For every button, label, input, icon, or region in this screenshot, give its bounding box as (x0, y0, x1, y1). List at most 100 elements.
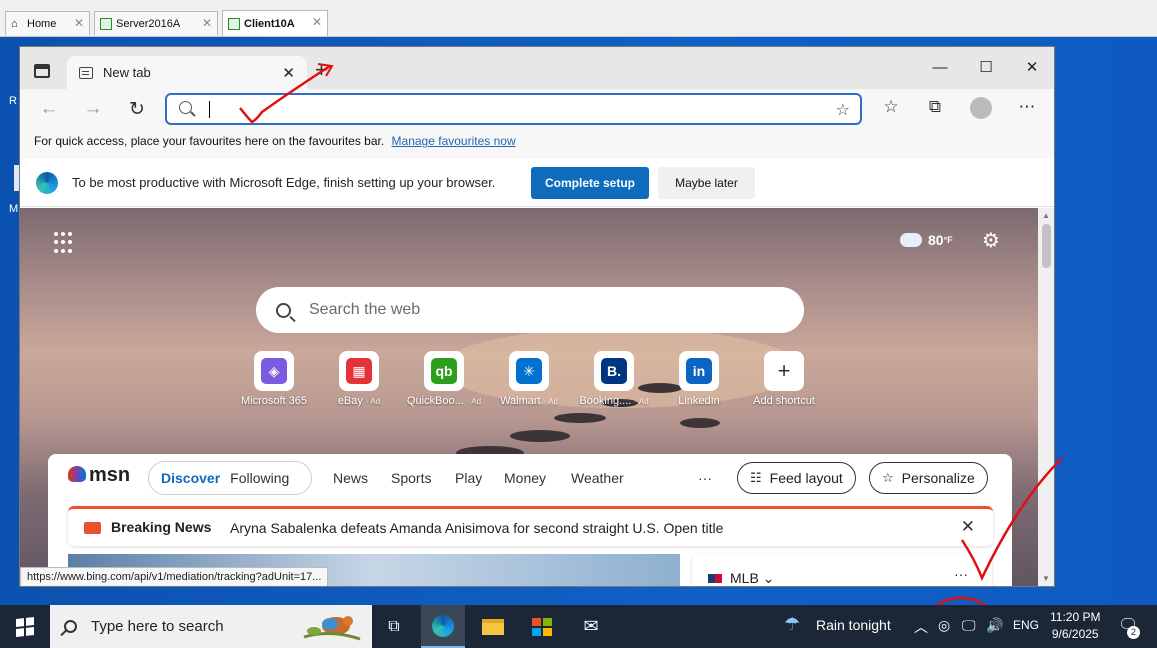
show-hidden-icons-chevron-icon[interactable]: ︿ (914, 617, 928, 637)
taskbar-search[interactable]: Type here to search (50, 605, 372, 648)
minimize-button[interactable]: — (917, 53, 963, 81)
mlb-card-title[interactable]: MLB ⌄ (708, 570, 774, 586)
tab-new-tab[interactable]: New tab ✕ (67, 56, 307, 89)
scroll-thumb[interactable] (1042, 224, 1051, 268)
msn-nav-play[interactable]: Play (455, 470, 482, 486)
maybe-later-button[interactable]: Maybe later (658, 167, 755, 199)
edge-window: New tab ✕ + — ☐ ✕ ← → ↻ ☆ ☆ ⧉ ⋯ For quic… (19, 46, 1055, 587)
quick-link-icon: ✳ (509, 351, 549, 391)
input-language[interactable]: ENG (1013, 618, 1039, 632)
desktop-icon-label[interactable]: M (9, 203, 18, 215)
mlb-card[interactable]: MLB ⌄ ··· (692, 554, 992, 586)
quick-link-label-text: Add shortcut (753, 395, 815, 407)
taskbar-mail[interactable]: ✉ (569, 605, 613, 648)
vm-tab-server2016a[interactable]: Server2016A ✕ (94, 11, 218, 35)
vm-tab-label: Home (27, 17, 57, 30)
quick-link-glyph: ▦ (346, 358, 372, 384)
ad-badge: · Ad (543, 397, 558, 406)
desktop-icon-label[interactable]: R (9, 95, 17, 107)
news-icon (84, 522, 101, 534)
weather-temp: 80 (928, 232, 944, 248)
quick-link-tile[interactable]: ✳ Walmart · Ad (486, 351, 572, 407)
start-button[interactable] (0, 605, 50, 648)
quick-link-icon: + (764, 351, 804, 391)
scroll-down-icon[interactable]: ▼ (1042, 574, 1050, 583)
add-favorite-icon[interactable]: ☆ (836, 100, 850, 120)
msn-nav-money[interactable]: Money (504, 470, 546, 486)
close-icon[interactable]: ✕ (74, 16, 84, 30)
close-icon[interactable]: ✕ (202, 16, 212, 30)
complete-setup-button[interactable]: Complete setup (531, 167, 649, 199)
page-settings-gear-icon[interactable]: ⚙ (982, 228, 1000, 253)
settings-more-icon[interactable]: ⋯ (1014, 97, 1040, 117)
quick-link-tile[interactable]: ◈ Microsoft 365 (231, 351, 317, 407)
address-bar[interactable]: ☆ (165, 93, 862, 125)
vm-tab-client10a[interactable]: Client10A ✕ (222, 10, 328, 36)
close-icon[interactable]: ✕ (961, 517, 975, 537)
apps-launcher-icon[interactable] (54, 232, 76, 254)
feed-layout-label: Feed layout (769, 470, 843, 486)
task-view-icon: ⧉ (388, 617, 400, 635)
close-icon[interactable]: ✕ (312, 15, 322, 29)
forward-button[interactable]: → (78, 95, 108, 123)
quick-link-label-text: Booking.... (579, 395, 632, 407)
msn-nav-weather[interactable]: Weather (571, 470, 624, 486)
collections-icon[interactable]: ⧉ (922, 97, 948, 117)
quick-link-tile[interactable]: in LinkedIn (656, 351, 742, 407)
quick-link-tile[interactable]: + Add shortcut (741, 351, 827, 407)
workspaces-icon[interactable] (34, 64, 50, 78)
quick-link-tile[interactable]: qb QuickBoo... · Ad (401, 351, 487, 407)
weather-widget[interactable]: 80 °F (900, 227, 953, 248)
maximize-button[interactable]: ☐ (963, 53, 1009, 81)
web-search-box[interactable]: Search the web (256, 287, 804, 333)
favorites-bar: For quick access, place your favourites … (20, 129, 1054, 159)
close-window-button[interactable]: ✕ (1009, 53, 1054, 81)
quick-link-icon: in (679, 351, 719, 391)
vm-tab-home[interactable]: ⌂ Home ✕ (5, 11, 90, 35)
setup-banner-text: To be most productive with Microsoft Edg… (72, 175, 496, 190)
msn-nav-news[interactable]: News (333, 470, 368, 486)
vm-icon (100, 17, 112, 30)
feed-layout-button[interactable]: ☷ Feed layout (737, 462, 856, 494)
search-highlight-bird-icon (303, 616, 361, 641)
quick-link-label: Walmart · Ad (486, 395, 572, 407)
manage-favourites-link[interactable]: Manage favourites now (392, 134, 516, 148)
taskbar-weather[interactable]: Rain tonight (816, 617, 891, 633)
clock[interactable]: 11:20 PM 9/6/2025 (1050, 609, 1100, 643)
taskbar-edge[interactable] (421, 605, 465, 648)
tab-following[interactable]: Following (230, 470, 289, 486)
quick-link-tile[interactable]: ▦ eBay · Ad (316, 351, 402, 407)
clock-time: 11:20 PM (1050, 610, 1101, 624)
volume-icon[interactable]: 🔊 (986, 617, 1003, 634)
msn-nav-more[interactable]: ··· (698, 470, 712, 486)
quick-link-tile[interactable]: B. Booking.... · Ad (571, 351, 657, 407)
close-tab-icon[interactable]: ✕ (282, 64, 295, 82)
personalize-button[interactable]: ☆ Personalize (869, 462, 988, 494)
back-button[interactable]: ← (34, 95, 64, 123)
scroll-up-icon[interactable]: ▲ (1042, 211, 1050, 220)
favorites-icon[interactable]: ☆ (878, 97, 904, 117)
taskbar-store[interactable] (520, 605, 564, 648)
taskbar-file-explorer[interactable] (471, 605, 515, 648)
tab-discover[interactable]: Discover (149, 470, 230, 486)
personalize-label: Personalize (901, 470, 975, 486)
umbrella-rain-icon[interactable]: ☂ (784, 614, 800, 635)
edge-logo-icon (36, 172, 58, 194)
msn-logo[interactable]: msn (68, 464, 130, 487)
quick-link-label: eBay · Ad (316, 395, 402, 407)
card-more-icon[interactable]: ··· (954, 566, 968, 582)
breaking-news-banner[interactable]: Breaking News Aryna Sabalenka defeats Am… (68, 506, 993, 546)
msn-nav-sports[interactable]: Sports (391, 470, 431, 486)
browser-toolbar: ← → ↻ ☆ ☆ ⧉ ⋯ (20, 89, 1054, 129)
ad-badge: · Ad (466, 397, 482, 406)
quick-link-label: LinkedIn (656, 395, 742, 407)
refresh-button[interactable]: ↻ (122, 95, 152, 123)
task-view-button[interactable]: ⧉ (372, 605, 416, 648)
new-tab-button[interactable]: + (315, 57, 328, 83)
page-scrollbar[interactable]: ▲ ▼ (1038, 208, 1054, 586)
profile-avatar[interactable] (970, 97, 992, 119)
network-icon[interactable]: 🖵 (962, 617, 976, 634)
quick-link-icon: B. (594, 351, 634, 391)
meet-now-icon[interactable]: ◎ (938, 617, 950, 634)
breaking-news-headline[interactable]: Aryna Sabalenka defeats Amanda Anisimova… (230, 520, 723, 536)
